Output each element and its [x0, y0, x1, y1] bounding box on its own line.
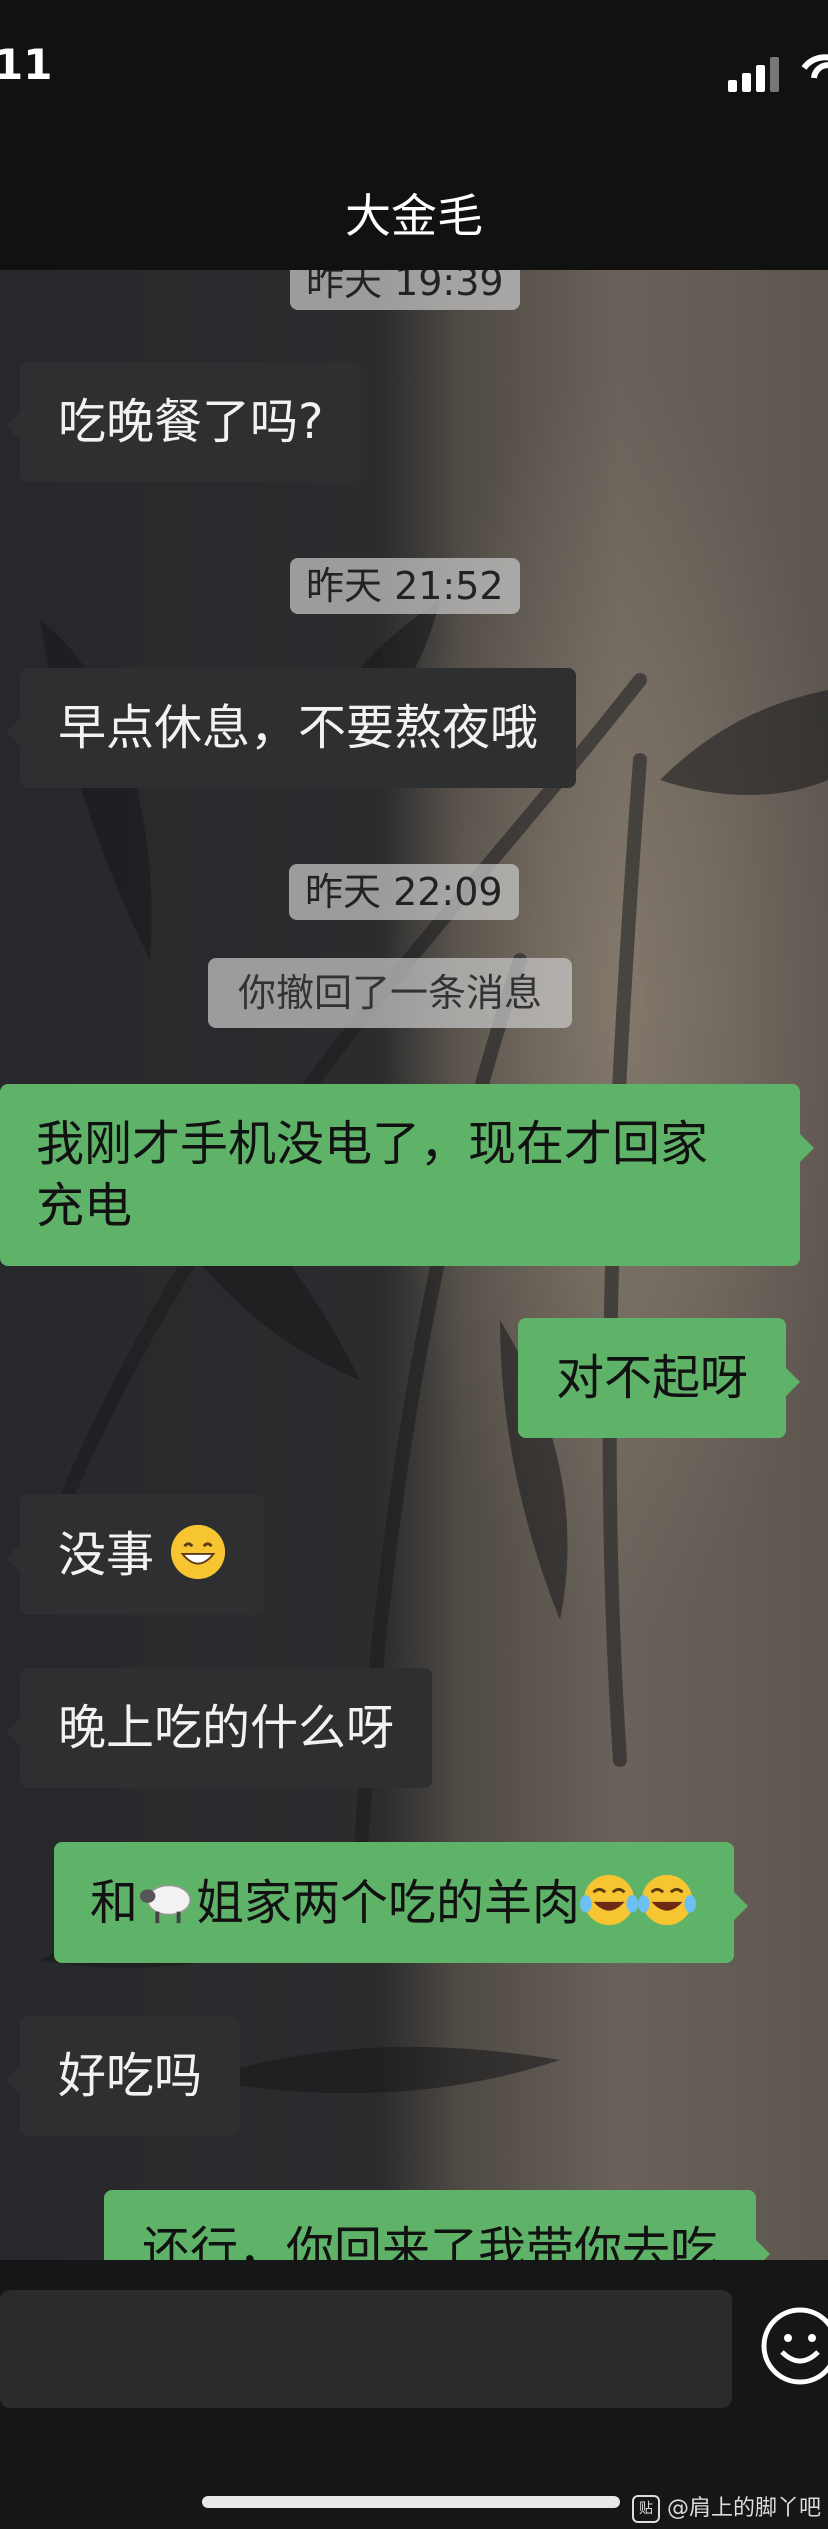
emoji-face-icon[interactable]: [758, 2304, 828, 2388]
message-input[interactable]: [0, 2290, 732, 2408]
tieba-logo-icon: 贴: [632, 2495, 660, 2523]
incoming-message[interactable]: 晚上吃的什么呀: [5, 1668, 433, 1788]
outgoing-message[interactable]: 对不起呀: [518, 1318, 801, 1438]
incoming-message[interactable]: 吃晚餐了吗?: [5, 362, 362, 482]
message-text: 没事: [58, 1527, 155, 1583]
outgoing-message[interactable]: 我刚才手机没电了，现在才回家 充电: [0, 1084, 814, 1266]
message-text-line: 充电: [36, 1178, 133, 1234]
outgoing-message[interactable]: 还行，你回来了我带你去吃: [104, 2190, 771, 2260]
message-text: 和: [90, 1875, 139, 1931]
input-bar: [0, 2260, 828, 2529]
status-bar: 11: [0, 0, 828, 150]
incoming-message[interactable]: 早点休息，不要熬夜哦: [5, 668, 577, 788]
message-text-line: 我刚才手机没电了，现在才回家: [36, 1116, 709, 1172]
chat-header: 大金毛: [0, 150, 828, 270]
tears-of-joy-icon: [580, 1874, 639, 1926]
wifi-icon: [801, 54, 828, 79]
grinning-face-icon: [171, 1524, 226, 1580]
status-time: 11: [0, 40, 53, 89]
contact-name-title: 大金毛: [345, 189, 483, 243]
timestamp: 昨天 21:52: [290, 558, 520, 614]
watermark-text: @肩上的脚丫吧: [667, 2496, 822, 2521]
home-indicator[interactable]: [202, 2496, 620, 2508]
message-list[interactable]: 昨天 19:39 吃晚餐了吗? 昨天 21:52 早点休息，不要熬夜哦 昨天 2…: [0, 270, 828, 2260]
timestamp: 昨天 19:39: [290, 270, 520, 310]
outgoing-message[interactable]: 和 姐家两个吃的羊肉: [54, 1842, 749, 1963]
incoming-message[interactable]: 好吃吗: [5, 2016, 241, 2136]
tears-of-joy-icon: [638, 1874, 697, 1926]
incoming-message[interactable]: 没事: [5, 1494, 266, 1615]
cellular-signal-icon: [728, 57, 779, 92]
watermark: 贴 @肩上的脚丫吧: [632, 2490, 821, 2523]
timestamp: 昨天 22:09: [289, 864, 519, 920]
message-text: 姐家两个吃的羊肉: [196, 1875, 581, 1931]
sheep-icon: [139, 1884, 191, 1924]
recall-notice: 你撤回了一条消息: [208, 958, 573, 1028]
